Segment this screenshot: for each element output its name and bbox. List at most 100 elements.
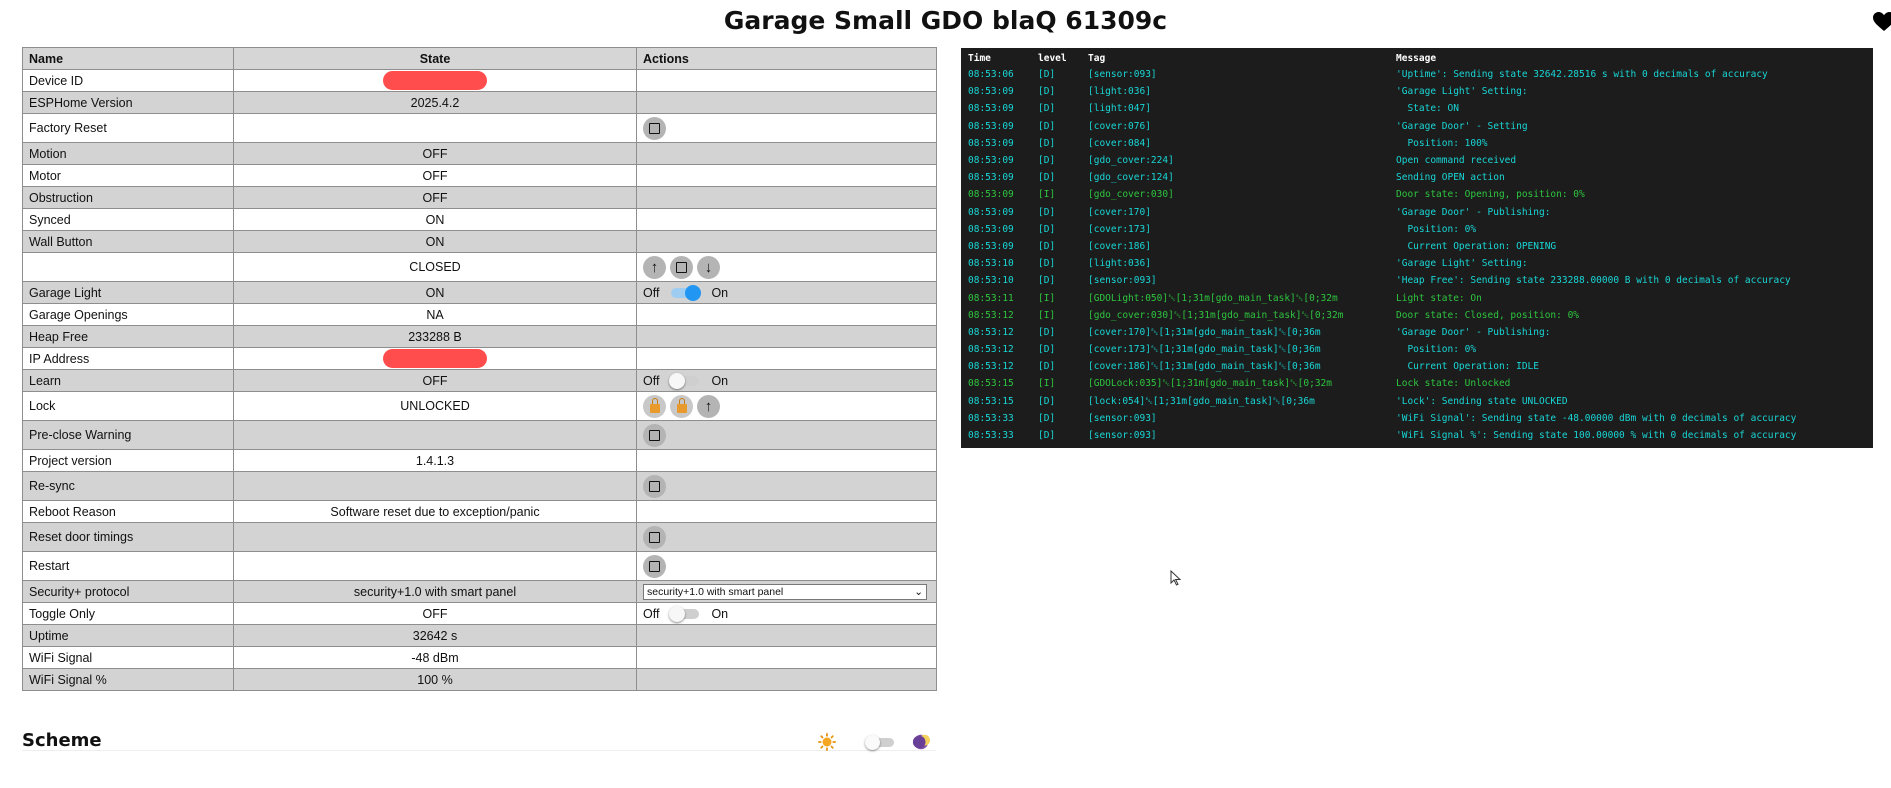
log-time: 08:53:09: [968, 172, 1014, 184]
log-time: 08:53:06: [968, 69, 1014, 81]
log-level: [D]: [1038, 206, 1056, 218]
redaction-mark: [383, 71, 487, 90]
row-state: [233, 522, 637, 552]
cover-stop-button[interactable]: [670, 255, 693, 279]
log-panel[interactable]: Time level Tag Message 08:53:06 [D] [senso…: [961, 48, 1873, 448]
log-message: 'WiFi Signal': Sending state -48.00000 d…: [1396, 412, 1797, 424]
log-level: [D]: [1038, 137, 1056, 149]
row-actions: [636, 668, 937, 691]
row-state: -48 dBm: [233, 646, 637, 669]
scheme-toggle[interactable]: [865, 735, 894, 750]
restart-button[interactable]: [643, 554, 666, 578]
factory-reset-button[interactable]: [643, 116, 666, 140]
table-row: Motor OFF: [22, 164, 937, 187]
row-actions: [636, 91, 937, 114]
log-message: 'WiFi Signal %': Sending state 100.00000…: [1396, 430, 1797, 442]
row-actions: [636, 164, 937, 187]
unlock-icon: [676, 397, 687, 413]
log-level: [I]: [1038, 292, 1056, 304]
row-actions: [636, 142, 937, 165]
log-time: 08:53:09: [968, 137, 1014, 149]
re-sync-button[interactable]: [643, 474, 666, 498]
row-name: Reset door timings: [22, 522, 234, 552]
row-actions: [636, 69, 937, 92]
row-name: Synced: [22, 208, 234, 231]
arrow-down-icon: ↓: [704, 258, 713, 276]
table-row: Restart: [22, 551, 937, 581]
row-name: Learn: [22, 369, 234, 392]
pre-close-warning-button[interactable]: [643, 423, 666, 447]
row-actions: [636, 186, 937, 209]
row-name: Security+ protocol: [22, 580, 234, 603]
square-icon: [649, 122, 660, 134]
log-row: 08:53:09 [D] [cover:076] 'Garage Door' - Se…: [961, 118, 1873, 135]
row-state: 32642 s: [233, 624, 637, 647]
row-name: Restart: [22, 551, 234, 581]
log-message: Door state: Closed, position: 0%: [1396, 309, 1580, 321]
row-name: Garage Openings: [22, 303, 234, 326]
log-tag: [light:036]: [1088, 86, 1151, 98]
learn-toggle[interactable]: [669, 373, 700, 390]
log-level: [D]: [1038, 258, 1056, 270]
row-actions: [636, 113, 937, 143]
cover-open-button[interactable]: ↑: [643, 255, 666, 279]
row-actions: [636, 449, 937, 472]
log-level: [I]: [1038, 189, 1056, 201]
row-name: Re-sync: [22, 471, 234, 501]
log-message: Light state: On: [1396, 292, 1482, 304]
moon-icon: [912, 734, 930, 750]
toggle-only-toggle[interactable]: [669, 606, 700, 623]
heart-icon[interactable]: [1872, 10, 1891, 34]
unlock-button[interactable]: [670, 394, 693, 418]
row-actions: [636, 624, 937, 647]
log-level: [D]: [1038, 86, 1056, 98]
log-time: 08:53:09: [968, 103, 1014, 115]
toggle-on-label: On: [711, 606, 729, 621]
sun-icon: [818, 733, 836, 751]
row-name: Uptime: [22, 624, 234, 647]
row-actions: [636, 230, 937, 253]
table-row: Garage Openings NA: [22, 303, 937, 326]
table-row: Uptime 32642 s: [22, 624, 937, 647]
log-time: 08:53:09: [968, 120, 1014, 132]
lock-icon: [649, 397, 660, 413]
lock-open-button[interactable]: ↑: [697, 394, 720, 418]
log-message: 'Garage Light' Setting:: [1396, 258, 1528, 270]
row-state: [233, 69, 637, 92]
log-tag: [cover:170]: [1088, 206, 1151, 218]
log-header-message: Message: [1396, 53, 1437, 64]
reset-door-timings-button[interactable]: [643, 525, 666, 549]
log-row: 08:53:09 [D] [cover:186] Current Operation…: [961, 238, 1873, 255]
lock-button[interactable]: [643, 394, 666, 418]
log-message: Open command received: [1396, 155, 1517, 167]
log-time: 08:53:33: [968, 412, 1014, 424]
log-row: 08:53:10 [D] [light:036] 'Garage Light' Set…: [961, 255, 1873, 272]
arrow-up-icon: ↑: [704, 397, 713, 415]
scheme-heading: Scheme: [22, 730, 102, 751]
table-row: Heap Free 233288 B: [22, 325, 937, 348]
table-row: Re-sync: [22, 471, 937, 501]
log-message: Current Operation: OPENING: [1396, 240, 1557, 252]
row-name: Factory Reset: [22, 113, 234, 143]
log-tag: [light:036]: [1088, 258, 1151, 270]
garage-light-toggle[interactable]: [671, 285, 702, 302]
row-state: [233, 347, 637, 370]
row-name: [22, 252, 234, 282]
log-message: Position: 0%: [1396, 344, 1477, 356]
row-state: ON: [233, 230, 637, 253]
log-row: 08:53:09 [D] [cover:170] 'Garage Door' - Pu…: [961, 204, 1873, 221]
log-tag: [GDOLight:050]␛[1;31m[gdo_main_task]␛[0;…: [1088, 292, 1338, 304]
log-row: 08:53:12 [D] [cover:186]␛[1;31m[gdo_main_t…: [961, 358, 1873, 375]
log-time: 08:53:10: [968, 275, 1014, 287]
security-protocol-select[interactable]: security+1.0 with smart panel ⌄: [643, 583, 927, 600]
log-message: 'Uptime': Sending state 32642.28516 s wi…: [1396, 69, 1768, 81]
log-tag: [sensor:093]: [1088, 275, 1157, 287]
log-tag: [cover:084]: [1088, 137, 1151, 149]
log-level: [D]: [1038, 172, 1056, 184]
row-actions: [636, 303, 937, 326]
log-tag: [gdo_cover:224]: [1088, 155, 1174, 167]
log-tag: [cover:170]␛[1;31m[gdo_main_task]␛[0;36m: [1088, 326, 1321, 338]
log-row: 08:53:11 [I] [GDOLight:050]␛[1;31m[gdo_mai…: [961, 289, 1873, 306]
cover-close-button[interactable]: ↓: [697, 255, 720, 279]
page-title: Garage Small GDO blaQ 61309c: [723, 6, 1168, 35]
